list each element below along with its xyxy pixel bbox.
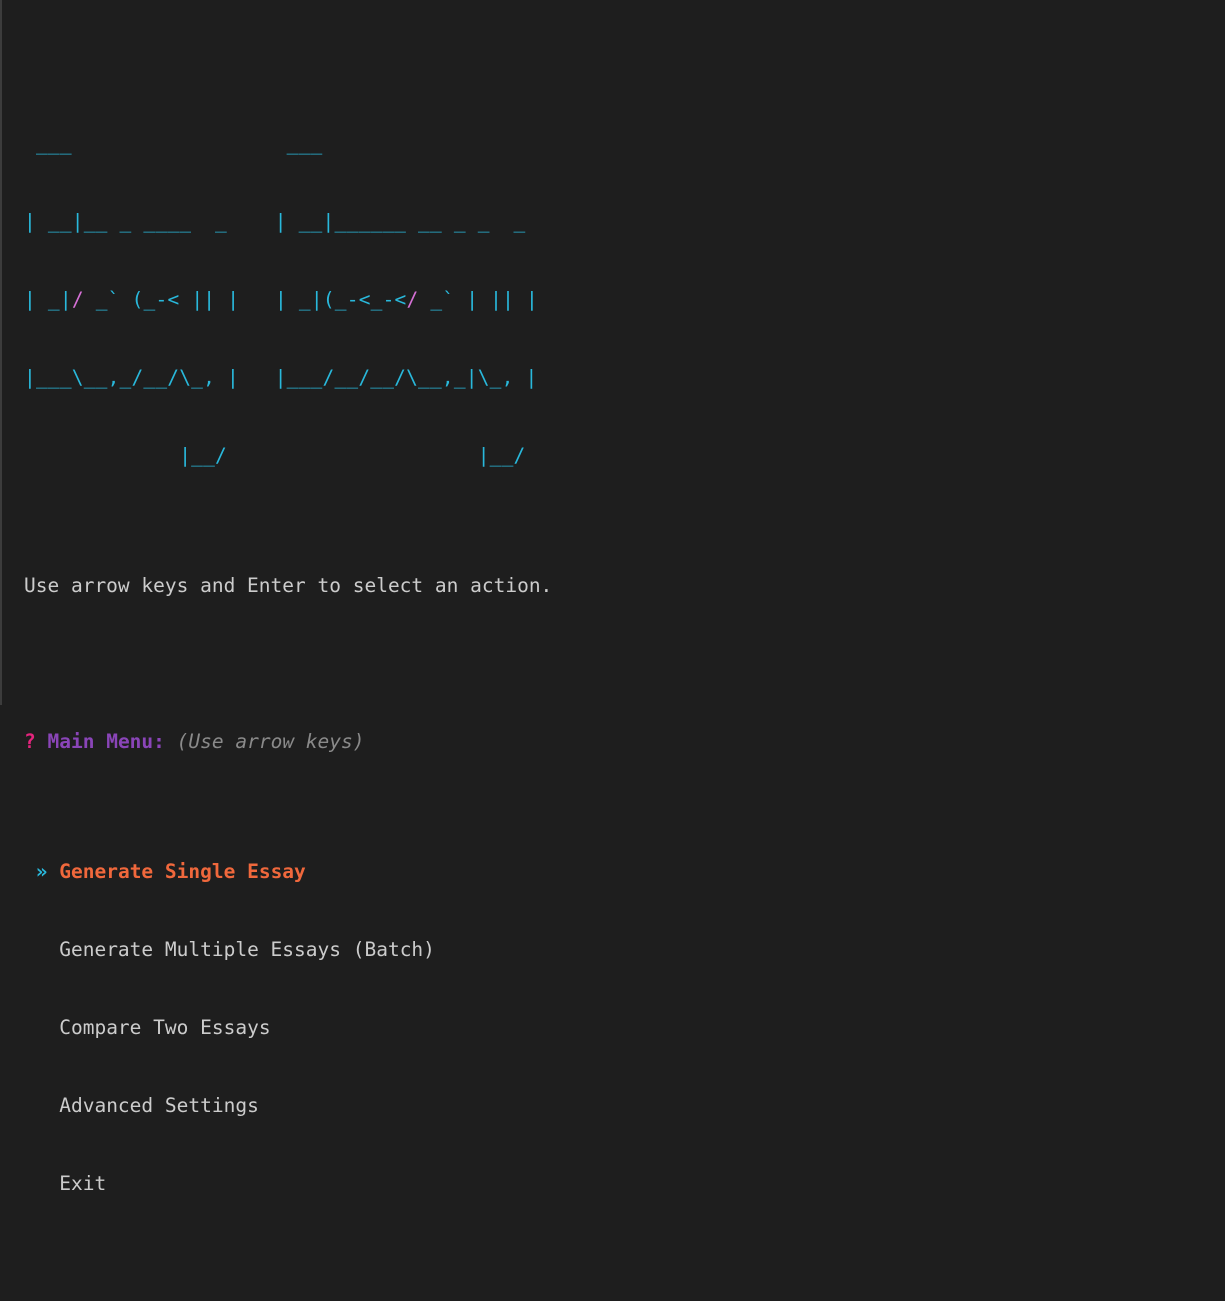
banner-accent-glyph: / xyxy=(71,288,84,311)
pointer-icon: » xyxy=(35,860,48,883)
menu-item-label: Generate Single Essay xyxy=(59,860,306,883)
menu-item-compare-two-essays[interactable]: Compare Two Essays xyxy=(24,1015,552,1041)
menu-item-label: Generate Multiple Essays (Batch) xyxy=(59,938,435,961)
main-menu[interactable]: » Generate Single Essay Generate Multipl… xyxy=(24,807,552,1249)
menu-item-label: Compare Two Essays xyxy=(59,1016,271,1039)
terminal-window: ___ ___ | __|__ _ ____ _ | __|______ __ … xyxy=(0,0,1223,1195)
banner-accent-glyph: / xyxy=(406,288,419,311)
menu-item-label: Exit xyxy=(59,1172,107,1195)
ascii-banner: ___ ___ | __|__ _ ____ _ | __|______ __ … xyxy=(24,79,552,521)
menu-item-generate-single-essay[interactable]: » Generate Single Essay xyxy=(24,859,552,885)
banner-line-1: ___ ___ xyxy=(24,132,323,155)
menu-item-generate-multiple-essays[interactable]: Generate Multiple Essays (Batch) xyxy=(24,937,552,963)
menu-item-advanced-settings[interactable]: Advanced Settings xyxy=(24,1093,552,1119)
prompt-label: Main Menu: xyxy=(47,730,165,753)
banner-line-3: | _|/ _` (_-< || | | _|(_-<_-</ _` | || … xyxy=(24,288,538,311)
question-mark-icon: ? xyxy=(24,730,36,753)
prompt-hint: (Use arrow keys) xyxy=(176,730,365,753)
terminal-output: ___ ___ | __|__ _ ____ _ | __|______ __ … xyxy=(24,27,552,1301)
menu-prompt: ? Main Menu: (Use arrow keys) xyxy=(24,729,552,755)
banner-line-2: | __|__ _ ____ _ | __|______ __ _ _ _ xyxy=(24,210,526,233)
banner-line-5: |__/ |__/ xyxy=(24,444,526,467)
instructions-text: Use arrow keys and Enter to select an ac… xyxy=(24,574,553,597)
banner-line-4: |___\__,_/__/\_, | |___/__/__/\__,_|\_, … xyxy=(24,366,538,389)
menu-item-exit[interactable]: Exit xyxy=(24,1171,552,1197)
menu-item-label: Advanced Settings xyxy=(59,1094,259,1117)
